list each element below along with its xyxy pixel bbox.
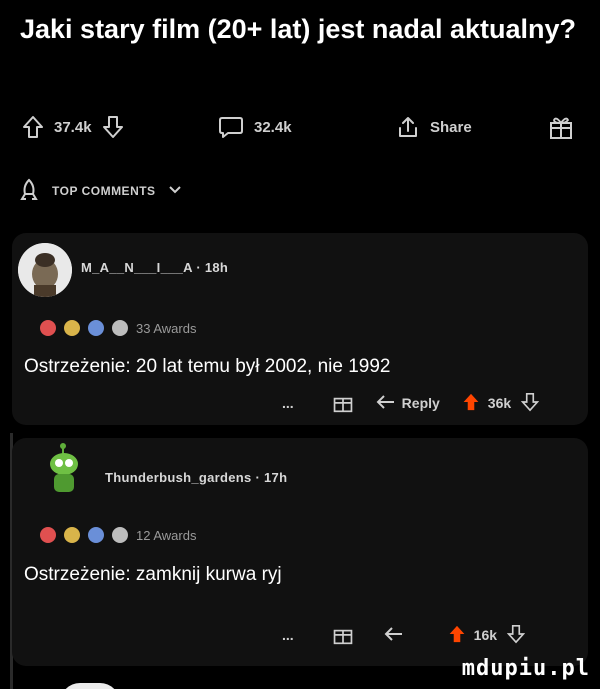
comment-action-bar: ... Reply 36k — [282, 390, 540, 416]
comment-age: 18h — [204, 260, 229, 275]
awards-count: 12 Awards — [136, 527, 197, 543]
rocket-icon — [18, 178, 40, 205]
upvote-group: 37.4k — [22, 110, 124, 144]
comment-age: 17h — [264, 470, 288, 485]
awards-row[interactable]: 33 Awards — [40, 320, 196, 336]
share-button[interactable]: Share — [396, 110, 472, 144]
post-action-bar: 37.4k 32.4k Share — [0, 110, 600, 144]
downvote-arrow-icon[interactable] — [102, 115, 124, 139]
comment-sort-dropdown[interactable]: TOP COMMENTS — [18, 176, 182, 206]
upvote-arrow-icon[interactable] — [448, 624, 466, 647]
downvote-arrow-icon[interactable] — [520, 392, 540, 415]
upvote-arrow-icon[interactable] — [462, 392, 480, 415]
comment-username[interactable]: Thunderbush_gardens · 17h — [105, 470, 287, 485]
award-icon — [64, 320, 80, 336]
comment-score: 36k — [487, 395, 512, 411]
awards-row[interactable]: 12 Awards — [40, 527, 196, 543]
award-icon — [40, 527, 56, 543]
comment-count: 32.4k — [254, 118, 292, 136]
reply-arrow-icon — [376, 394, 396, 413]
avatar — [60, 683, 120, 689]
watermark: mdupiu.pl — [461, 656, 590, 681]
share-icon — [396, 115, 420, 139]
avatar[interactable] — [18, 243, 72, 297]
award-icon — [112, 527, 128, 543]
award-icon — [64, 527, 80, 543]
more-options-button[interactable]: ... — [282, 627, 294, 643]
reply-arrow-icon[interactable] — [384, 626, 404, 645]
comment-body: Ostrzeżenie: 20 lat temu był 2002, nie 1… — [24, 356, 391, 377]
sort-label: TOP COMMENTS — [52, 184, 156, 198]
post-title: Jaki stary film (20+ lat) jest nadal akt… — [20, 14, 576, 44]
comment-body: Ostrzeżenie: zamknij kurwa ryj — [24, 564, 282, 585]
downvote-arrow-icon[interactable] — [506, 624, 526, 647]
award-icon — [88, 527, 104, 543]
comments-button[interactable]: 32.4k — [218, 110, 292, 144]
upvote-arrow-icon[interactable] — [22, 115, 44, 139]
awards-count: 33 Awards — [136, 320, 197, 336]
reply-label: Reply — [401, 395, 440, 411]
gift-icon[interactable] — [332, 623, 354, 648]
reply-button[interactable]: Reply — [376, 394, 440, 413]
comment-action-bar: ... 16k — [282, 622, 526, 648]
gift-icon[interactable] — [332, 391, 354, 416]
award-button[interactable] — [548, 110, 574, 144]
more-options-button[interactable]: ... — [282, 395, 294, 411]
comment-username[interactable]: M_A__N___I___A · 18h — [81, 260, 228, 275]
chevron-down-icon — [168, 184, 182, 198]
award-icon — [112, 320, 128, 336]
award-icon — [40, 320, 56, 336]
upvote-count: 37.4k — [54, 118, 92, 136]
award-icon — [88, 320, 104, 336]
gift-icon — [548, 114, 574, 140]
share-label: Share — [430, 118, 472, 136]
comment-bubble-icon — [218, 115, 244, 139]
avatar[interactable] — [40, 440, 94, 494]
comment-score: 16k — [473, 627, 498, 643]
